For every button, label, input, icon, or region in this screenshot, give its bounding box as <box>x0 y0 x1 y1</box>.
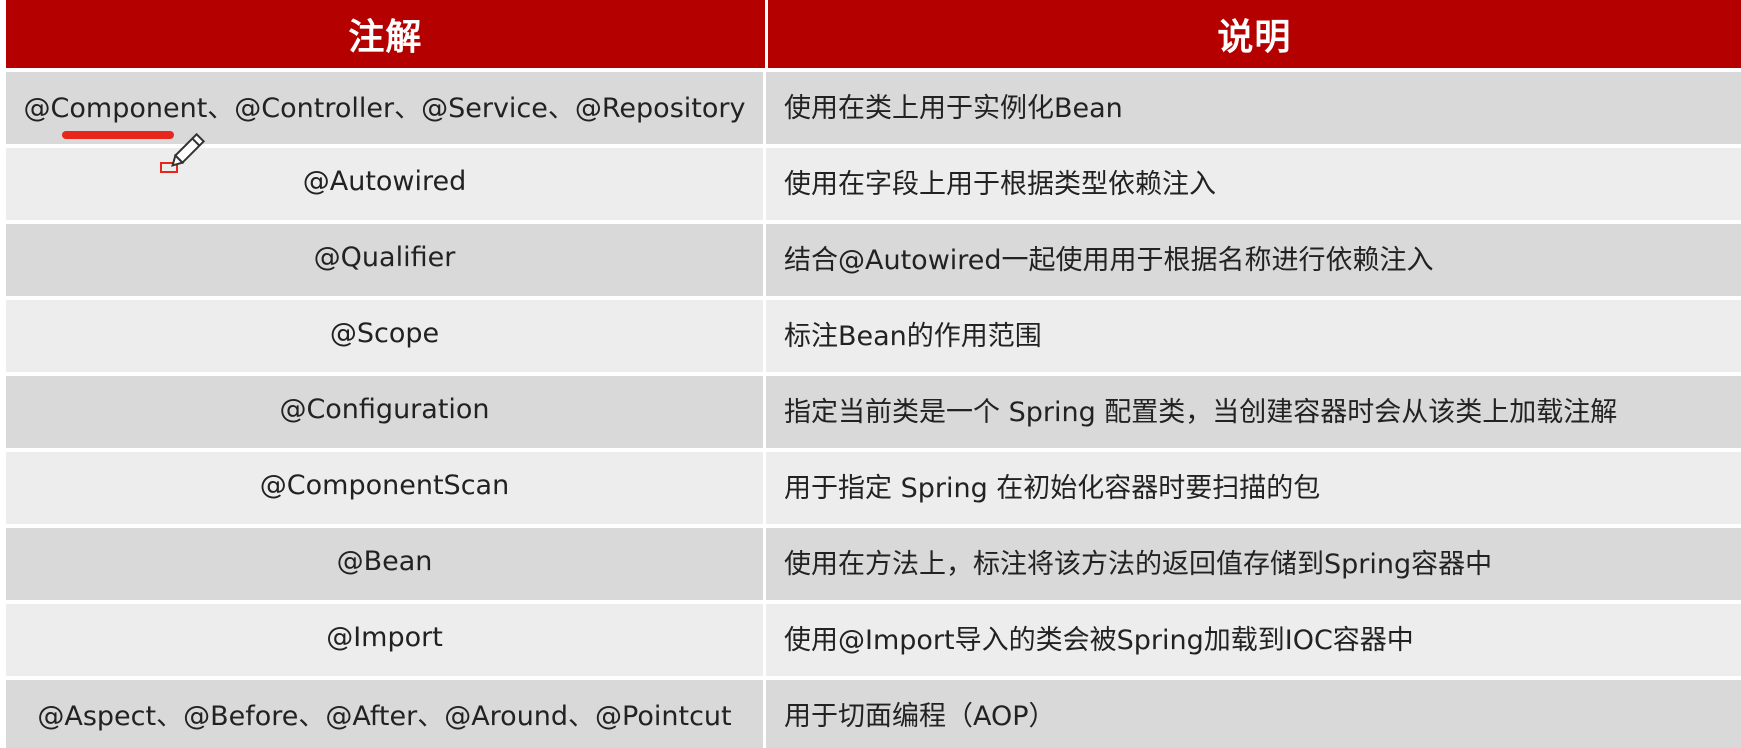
table-row: @Scope 标注Bean的作用范围 <box>6 300 1741 376</box>
annotation-cell: @ComponentScan <box>6 452 766 524</box>
pencil-cursor-icon <box>171 132 206 167</box>
description-cell: 使用在方法上，标注将该方法的返回值存储到Spring容器中 <box>784 548 1493 580</box>
description-cell: 用于切面编程（AOP） <box>784 700 1056 732</box>
table-row: @Aspect、@Before、@After、@Around、@Pointcut… <box>6 680 1741 748</box>
table-row: @Configuration 指定当前类是一个 Spring 配置类，当创建容器… <box>6 376 1741 452</box>
table-row: @Autowired 使用在字段上用于根据类型依赖注入 <box>6 148 1741 224</box>
annotation-cell: @Configuration <box>6 376 766 448</box>
table-row: @Bean 使用在方法上，标注将该方法的返回值存储到Spring容器中 <box>6 528 1741 604</box>
table-header-row: 注解 说明 <box>6 0 1741 72</box>
description-cell: 结合@Autowired一起使用用于根据名称进行依赖注入 <box>784 244 1434 276</box>
pen-underline-mark <box>62 131 174 139</box>
annotations-table: 注解 说明 @Component、@Controller、@Service、@R… <box>6 0 1741 748</box>
description-cell: 标注Bean的作用范围 <box>784 320 1042 352</box>
annotation-cell: @Autowired <box>6 148 766 220</box>
table-row: @ComponentScan 用于指定 Spring 在初始化容器时要扫描的包 <box>6 452 1741 528</box>
description-cell: 指定当前类是一个 Spring 配置类，当创建容器时会从该类上加载注解 <box>784 396 1618 428</box>
description-cell: 使用在类上用于实例化Bean <box>784 92 1123 124</box>
annotation-cell: @Aspect、@Before、@After、@Around、@Pointcut <box>6 680 766 748</box>
table-row: @Import 使用@Import导入的类会被Spring加载到IOC容器中 <box>6 604 1741 680</box>
annotation-cell: @Qualifier <box>6 224 766 296</box>
annotation-cell: @Import <box>6 604 766 676</box>
table-row: @Component、@Controller、@Service、@Reposit… <box>6 72 1741 148</box>
header-description: 说明 <box>1217 17 1292 58</box>
description-cell: 使用@Import导入的类会被Spring加载到IOC容器中 <box>784 624 1414 656</box>
header-annotation: 注解 <box>6 0 768 68</box>
description-cell: 使用在字段上用于根据类型依赖注入 <box>784 168 1216 200</box>
description-cell: 用于指定 Spring 在初始化容器时要扫描的包 <box>784 472 1321 504</box>
annotation-cell: @Scope <box>6 300 766 372</box>
annotation-cell: @Bean <box>6 528 766 600</box>
slide: 注解 说明 @Component、@Controller、@Service、@R… <box>0 0 1741 748</box>
table-row: @Qualifier 结合@Autowired一起使用用于根据名称进行依赖注入 <box>6 224 1741 300</box>
